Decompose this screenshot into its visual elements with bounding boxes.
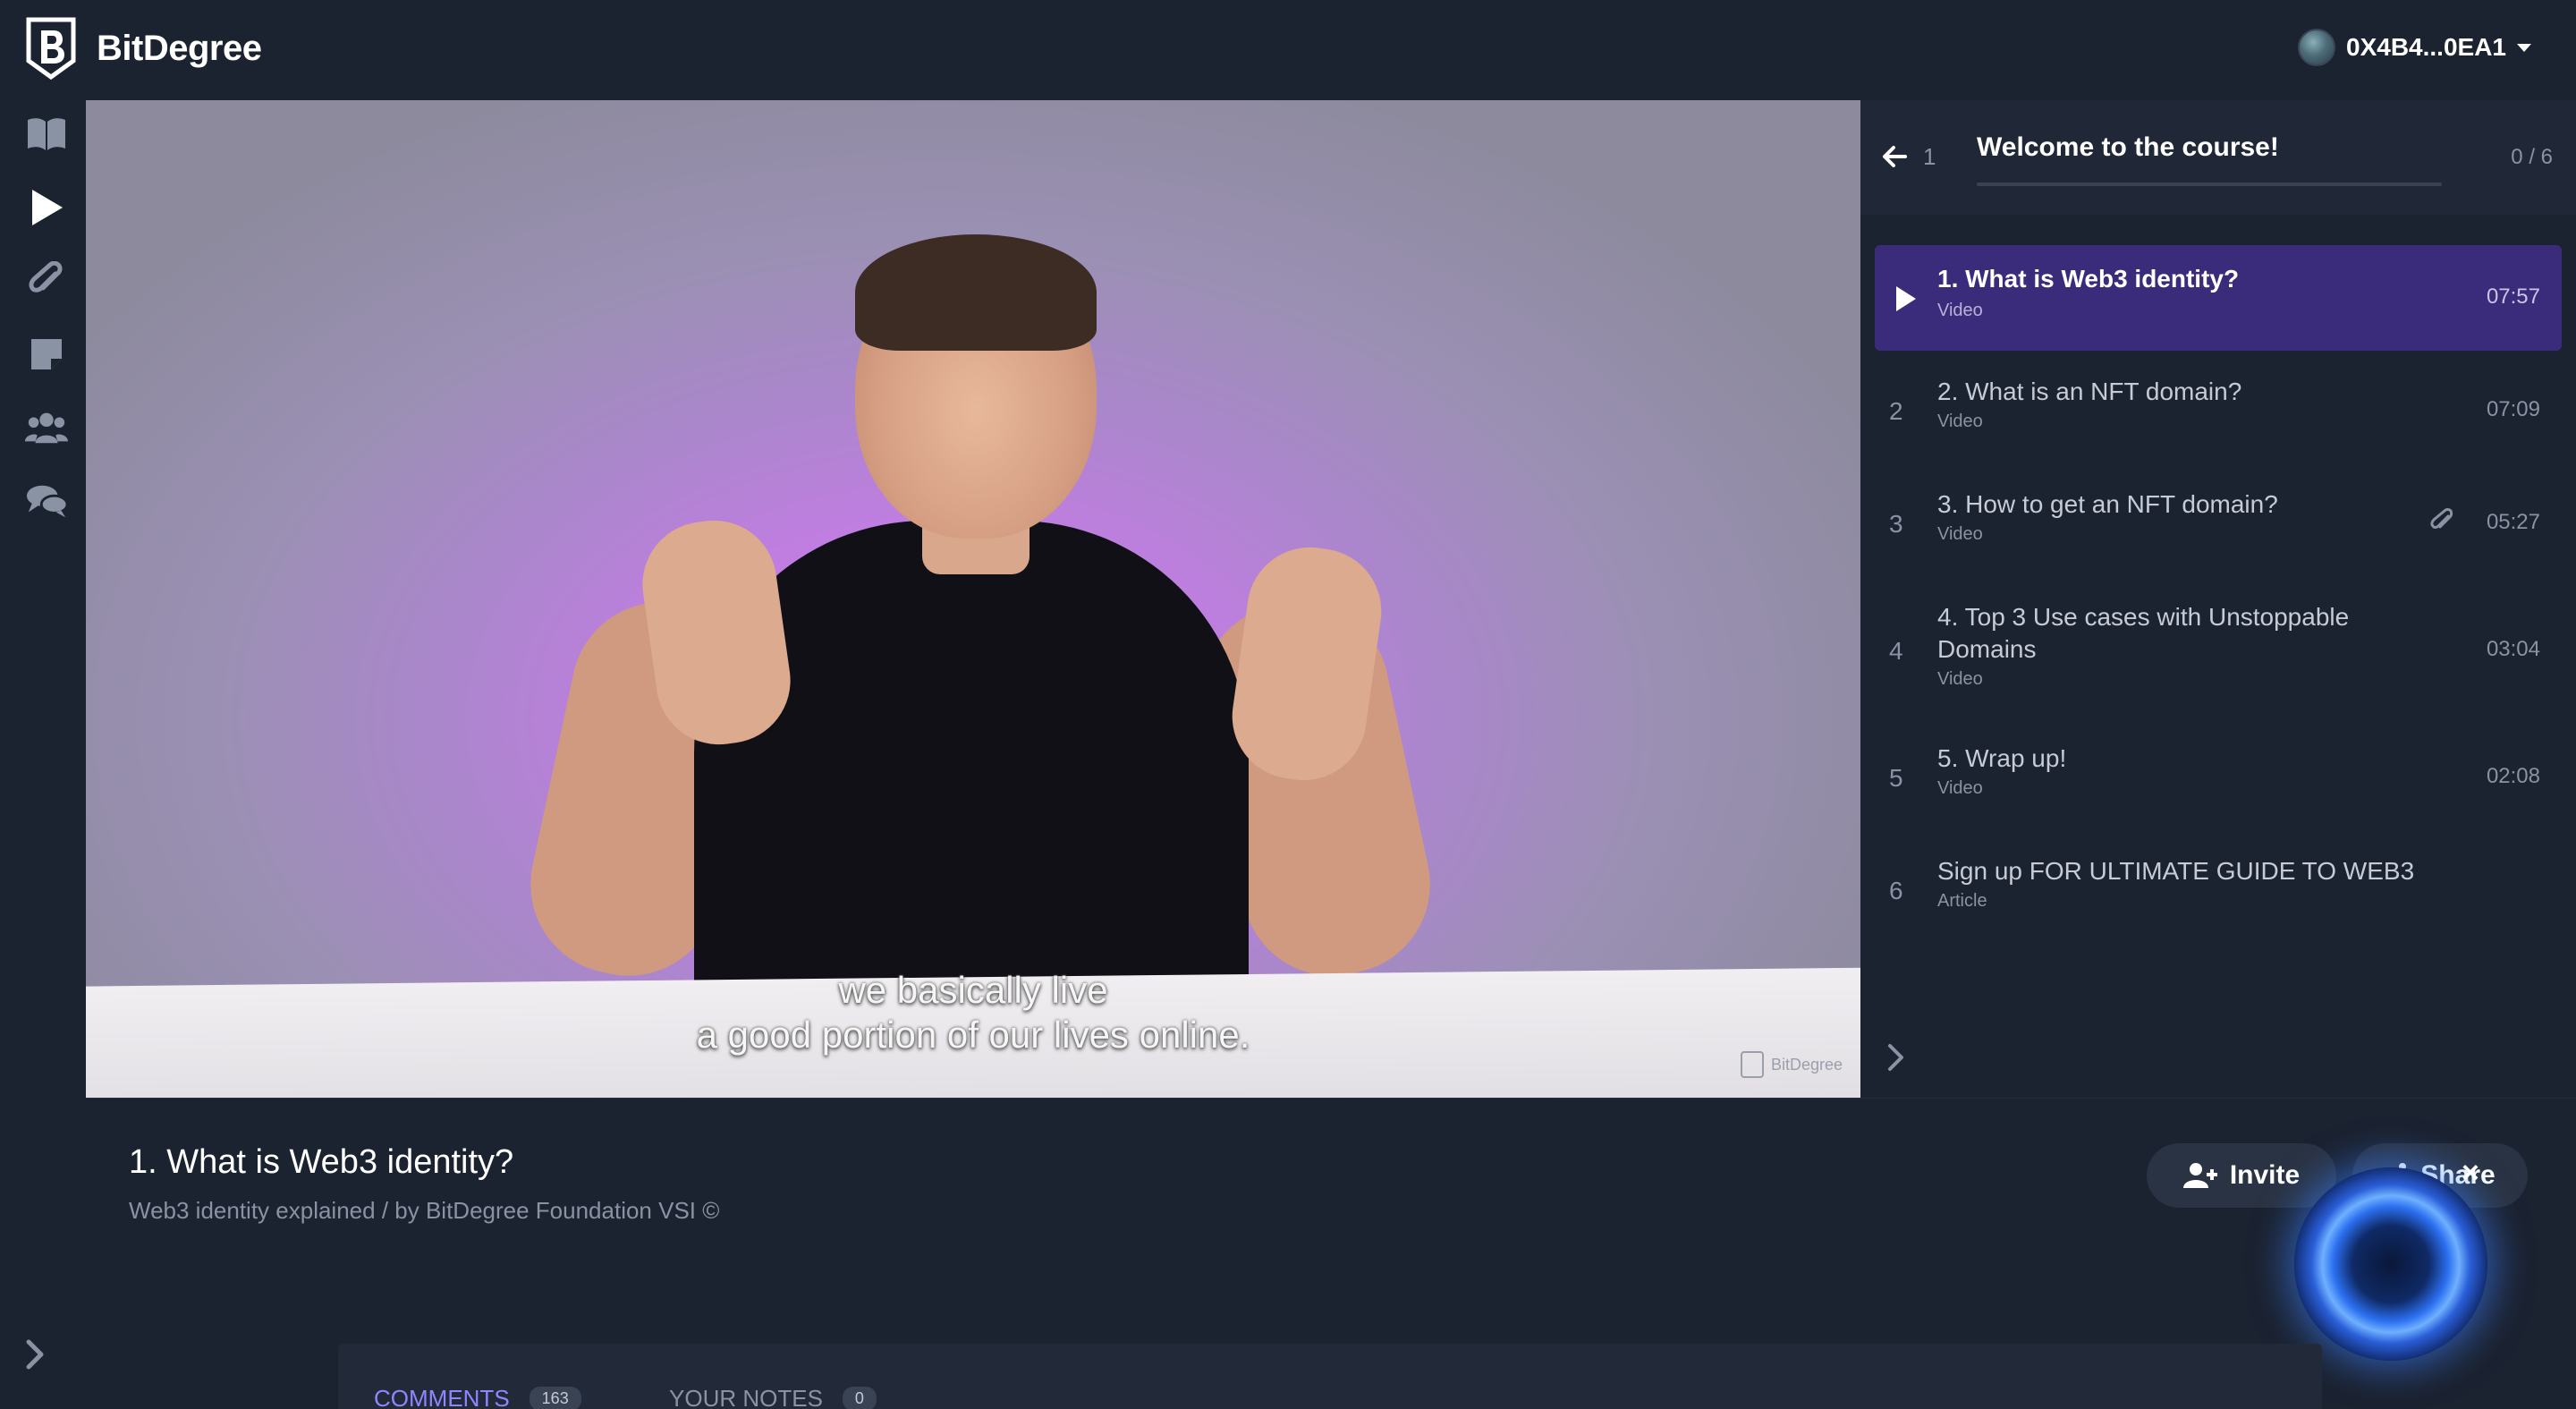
- section-number: 1: [1923, 143, 1936, 170]
- video-player[interactable]: we basically live a good portion of our …: [86, 100, 1860, 1098]
- caret-down-icon: [2517, 43, 2531, 52]
- lesson-type: Video: [1937, 669, 1983, 689]
- lesson-number: 5: [1889, 764, 1903, 792]
- subtitle-line: a good portion of our lives online.: [696, 1014, 1250, 1056]
- play-icon: [1896, 286, 1916, 311]
- lesson-type: Article: [1937, 891, 1987, 911]
- lesson-type: Video: [1937, 524, 1983, 544]
- comments-card: [338, 1344, 2322, 1409]
- lesson-number: 2: [1889, 397, 1903, 425]
- invite-button[interactable]: Invite: [2147, 1143, 2336, 1208]
- presenter-hair: [855, 234, 1097, 351]
- comments-count-badge: 163: [529, 1387, 581, 1409]
- lesson-duration: 03:04: [2486, 637, 2540, 661]
- section-title: Welcome to the course!: [1977, 132, 2279, 162]
- wallet-address: 0X4B4...0EA1: [2346, 33, 2506, 61]
- avatar: [2298, 29, 2335, 66]
- brand-logo[interactable]: BitDegree: [25, 16, 262, 81]
- section-progress-bar: [1977, 182, 2442, 186]
- tab-label: YOUR NOTES: [669, 1385, 823, 1409]
- lesson-heading: 1. What is Web3 identity?: [129, 1143, 514, 1181]
- lesson-type: Video: [1937, 778, 1983, 798]
- course-panel: 1 Welcome to the course! 0 / 6 1. What i…: [1860, 100, 2576, 1098]
- brand-name: BitDegree: [97, 28, 262, 68]
- tab-comments[interactable]: COMMENTS 163: [374, 1385, 581, 1409]
- section-header: 1 Welcome to the course! 0 / 6: [1860, 100, 2576, 215]
- lesson-item[interactable]: 5 5. Wrap up! Video 02:08: [1875, 726, 2562, 832]
- chat-icon[interactable]: [25, 480, 68, 522]
- tab-label: COMMENTS: [374, 1385, 510, 1409]
- lesson-item[interactable]: 2 2. What is an NFT domain? Video 07:09: [1875, 360, 2562, 465]
- wallet-menu[interactable]: 0X4B4...0EA1: [2298, 29, 2531, 66]
- subtitle-line: we basically live: [838, 969, 1108, 1011]
- add-user-icon: [2182, 1163, 2217, 1188]
- top-header: BitDegree 0X4B4...0EA1: [0, 0, 2576, 98]
- lesson-duration: 05:27: [2486, 510, 2540, 534]
- lesson-type: Video: [1937, 301, 1983, 320]
- play-icon[interactable]: [25, 186, 68, 229]
- lesson-subtitle: Web3 identity explained / by BitDegree F…: [129, 1197, 720, 1224]
- close-icon[interactable]: ×: [2462, 1156, 2479, 1191]
- invite-label: Invite: [2229, 1160, 2301, 1190]
- lesson-item[interactable]: 3 3. How to get an NFT domain? Video 05:…: [1875, 472, 2562, 578]
- tab-your-notes[interactable]: YOUR NOTES 0: [669, 1385, 877, 1409]
- lesson-title: 2. What is an NFT domain?: [1937, 378, 2242, 405]
- section-progress: 0 / 6: [2511, 145, 2553, 169]
- lesson-duration: 07:57: [2486, 284, 2540, 309]
- back-arrow-icon[interactable]: [1878, 141, 1911, 172]
- lesson-title: 3. How to get an NFT domain?: [1937, 490, 2278, 518]
- lesson-title: 5. Wrap up!: [1937, 744, 2067, 772]
- lesson-title: 1. What is Web3 identity?: [1937, 265, 2240, 293]
- video-watermark: BitDegree: [1740, 1051, 1843, 1078]
- lesson-item[interactable]: 1. What is Web3 identity? Video 07:57: [1875, 245, 2562, 351]
- lesson-number: 4: [1889, 637, 1903, 665]
- attachment-icon[interactable]: [2429, 508, 2454, 535]
- lesson-item[interactable]: 4 4. Top 3 Use cases with Unstoppable Do…: [1875, 585, 2562, 719]
- watermark-logo-icon: [1740, 1051, 1764, 1078]
- notes-count-badge: 0: [842, 1387, 877, 1409]
- paperclip-icon[interactable]: [25, 259, 68, 302]
- lesson-duration: 02:08: [2486, 764, 2540, 788]
- assistant-orb-button[interactable]: [2294, 1167, 2487, 1361]
- expand-sidebar-chevron-icon[interactable]: [23, 1337, 48, 1372]
- left-sidebar: [0, 98, 86, 1409]
- users-icon[interactable]: [25, 406, 68, 449]
- note-icon[interactable]: [25, 333, 68, 376]
- chevron-right-icon[interactable]: [1885, 1041, 1907, 1074]
- lesson-title: Sign up FOR ULTIMATE GUIDE TO WEB3: [1937, 857, 2415, 885]
- lesson-number: 6: [1889, 877, 1903, 904]
- lesson-number: 3: [1889, 510, 1903, 538]
- lesson-duration: 07:09: [2486, 397, 2540, 421]
- lesson-item[interactable]: 6 Sign up FOR ULTIMATE GUIDE TO WEB3 Art…: [1875, 839, 2562, 945]
- video-subtitle: we basically live a good portion of our …: [86, 968, 1860, 1057]
- bitdegree-logo-icon: [26, 17, 76, 81]
- lesson-type: Video: [1937, 412, 1983, 431]
- watermark-text: BitDegree: [1770, 1055, 1843, 1074]
- book-icon[interactable]: [25, 113, 68, 156]
- lesson-title: 4. Top 3 Use cases with Unstoppable Doma…: [1937, 603, 2350, 663]
